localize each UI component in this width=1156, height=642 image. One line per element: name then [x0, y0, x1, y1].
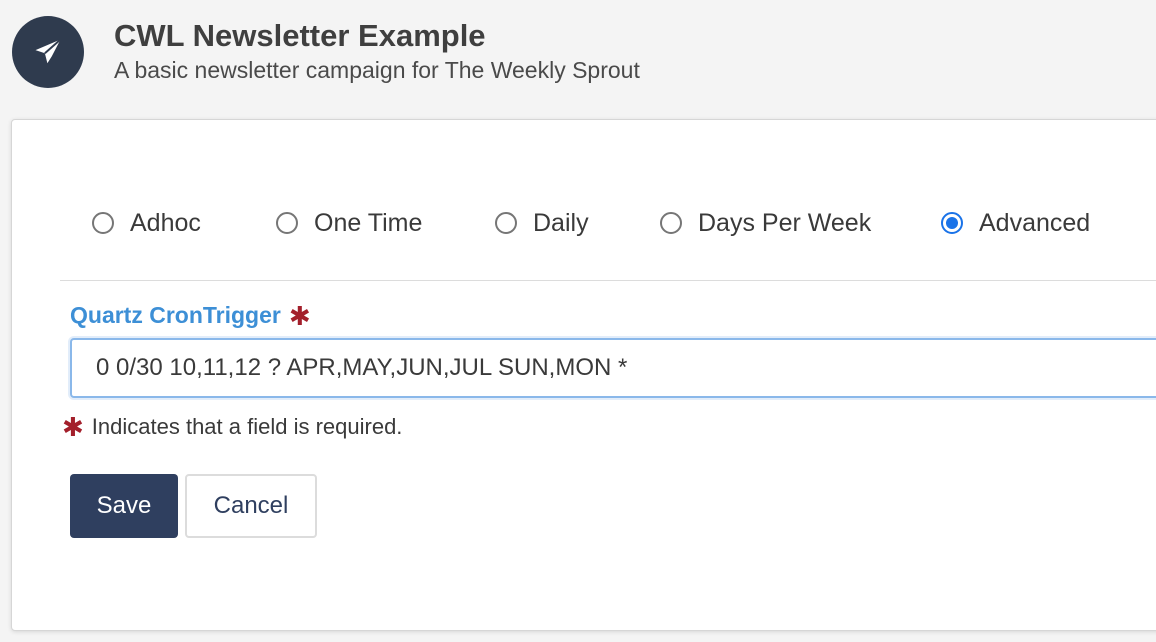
radio-button[interactable]	[660, 212, 682, 234]
radio-label: Daily	[533, 208, 589, 237]
radio-label: Days Per Week	[698, 208, 872, 237]
radio-button[interactable]	[92, 212, 114, 234]
cron-field-label: Quartz CronTrigger ✱	[70, 302, 311, 329]
required-note-text: Indicates that a field is required.	[91, 414, 403, 439]
radio-button[interactable]	[276, 212, 298, 234]
cron-expression-input[interactable]	[70, 338, 1156, 398]
page-subtitle: A basic newsletter campaign for The Week…	[114, 57, 640, 83]
schedule-card: Adhoc One Time Daily Days Per Week Advan…	[11, 119, 1156, 631]
radio-option-one-time[interactable]: One Time	[276, 206, 422, 240]
radio-option-daily[interactable]: Daily	[495, 206, 589, 240]
required-field-note: ✱ Indicates that a field is required.	[62, 414, 402, 440]
radio-label: Advanced	[979, 208, 1091, 237]
save-button[interactable]: Save	[70, 474, 178, 538]
radio-option-advanced[interactable]: Advanced	[941, 206, 1090, 240]
cron-field-label-text: Quartz CronTrigger	[70, 302, 281, 328]
divider	[60, 280, 1156, 281]
campaign-header: CWL Newsletter Example A basic newslette…	[0, 0, 1156, 120]
required-marker-icon: ✱	[62, 412, 84, 442]
page-title: CWL Newsletter Example	[114, 18, 486, 53]
radio-button-selected[interactable]	[941, 212, 963, 234]
schedule-type-radio-group: Adhoc One Time Daily Days Per Week Advan…	[12, 206, 1156, 240]
cancel-button[interactable]: Cancel	[185, 474, 317, 538]
radio-label: One Time	[314, 208, 423, 237]
radio-option-adhoc[interactable]: Adhoc	[92, 206, 201, 240]
paper-plane-icon	[12, 16, 84, 88]
radio-option-days-per-week[interactable]: Days Per Week	[660, 206, 871, 240]
radio-label: Adhoc	[130, 208, 201, 237]
radio-button[interactable]	[495, 212, 517, 234]
required-marker-icon: ✱	[288, 300, 311, 331]
